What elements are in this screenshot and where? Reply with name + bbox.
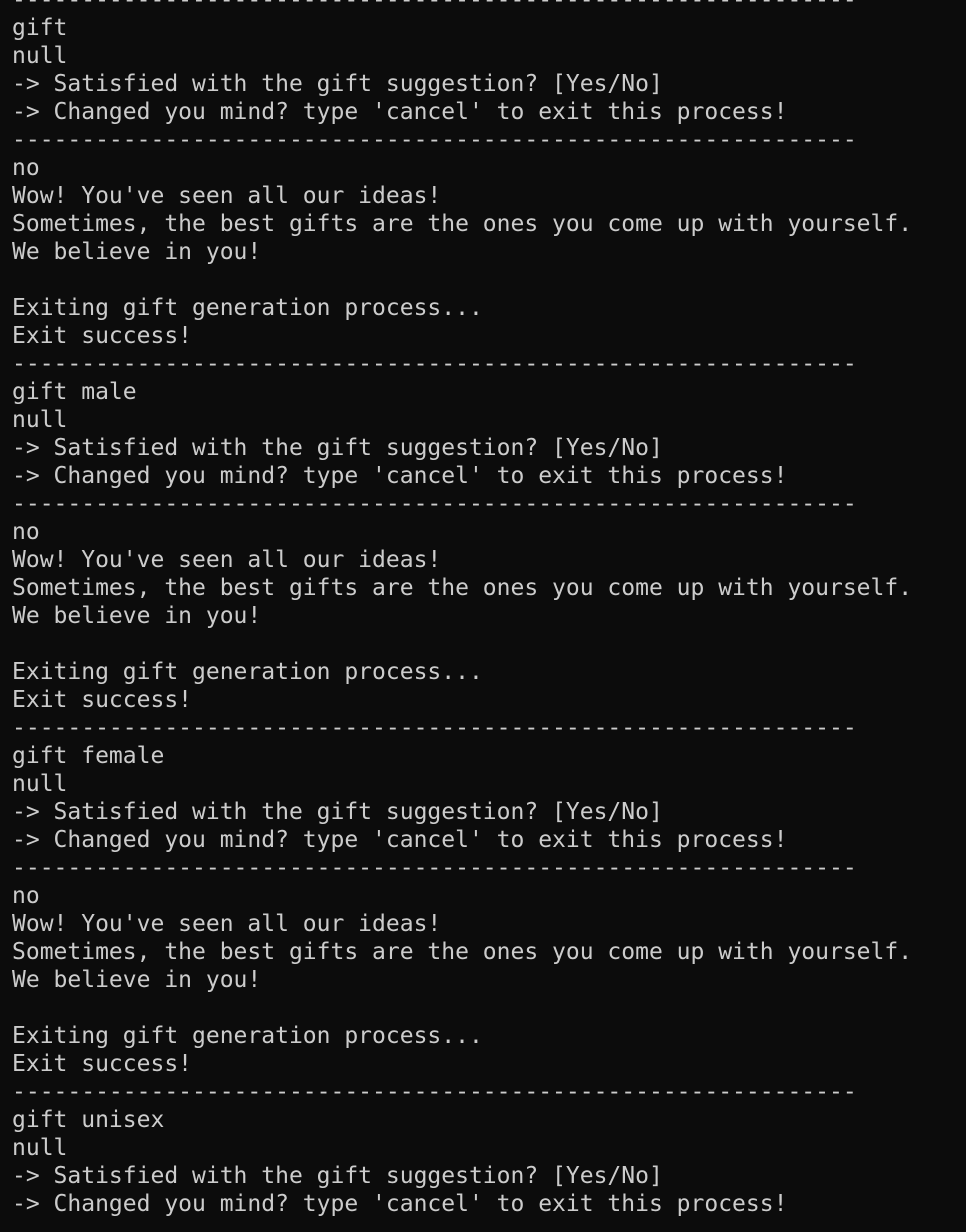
output-line: null [12, 1135, 68, 1161]
message-seen-all: Wow! You've seen all our ideas! [12, 911, 442, 937]
separator-line: ----------------------------------------… [12, 1079, 857, 1105]
output-line: null [12, 407, 68, 433]
message-seen-all: Wow! You've seen all our ideas! [12, 547, 442, 573]
message-exit-success: Exit success! [12, 1051, 193, 1077]
command-line: gift female [12, 743, 165, 769]
message-exiting: Exiting gift generation process... [12, 659, 483, 685]
command-line: gift [12, 15, 68, 41]
separator-line: ----------------------------------------… [12, 351, 857, 377]
message-exiting: Exiting gift generation process... [12, 1023, 483, 1049]
separator-line: ----------------------------------------… [12, 491, 857, 517]
separator-line: ----------------------------------------… [12, 715, 857, 741]
separator-line: ----------------------------------------… [12, 127, 857, 153]
satisfied-prompt: -> Satisfied with the gift suggestion? [… [12, 1163, 663, 1189]
cancel-prompt: -> Changed you mind? type 'cancel' to ex… [12, 463, 788, 489]
output-line: null [12, 43, 68, 69]
message-exiting: Exiting gift generation process... [12, 295, 483, 321]
answer-line: no [12, 155, 40, 181]
message-best-gifts: Sometimes, the best gifts are the ones y… [12, 939, 913, 965]
message-believe: We believe in you! [12, 967, 262, 993]
satisfied-prompt: -> Satisfied with the gift suggestion? [… [12, 71, 663, 97]
message-exit-success: Exit success! [12, 687, 193, 713]
answer-line: no [12, 519, 40, 545]
output-line: null [12, 771, 68, 797]
cancel-prompt: -> Changed you mind? type 'cancel' to ex… [12, 99, 788, 125]
terminal-window[interactable]: ----------------------------------------… [0, 0, 966, 1232]
message-exit-success: Exit success! [12, 323, 193, 349]
message-believe: We believe in you! [12, 603, 262, 629]
command-line: gift unisex [12, 1107, 165, 1133]
satisfied-prompt: -> Satisfied with the gift suggestion? [… [12, 799, 663, 825]
cancel-prompt: -> Changed you mind? type 'cancel' to ex… [12, 1191, 788, 1217]
answer-line: no [12, 883, 40, 909]
message-best-gifts: Sometimes, the best gifts are the ones y… [12, 575, 913, 601]
separator-line: ----------------------------------------… [12, 0, 857, 13]
cancel-prompt: -> Changed you mind? type 'cancel' to ex… [12, 827, 788, 853]
command-line: gift male [12, 379, 137, 405]
message-believe: We believe in you! [12, 239, 262, 265]
satisfied-prompt: -> Satisfied with the gift suggestion? [… [12, 435, 663, 461]
separator-line: ----------------------------------------… [12, 855, 857, 881]
message-best-gifts: Sometimes, the best gifts are the ones y… [12, 211, 913, 237]
message-seen-all: Wow! You've seen all our ideas! [12, 183, 442, 209]
